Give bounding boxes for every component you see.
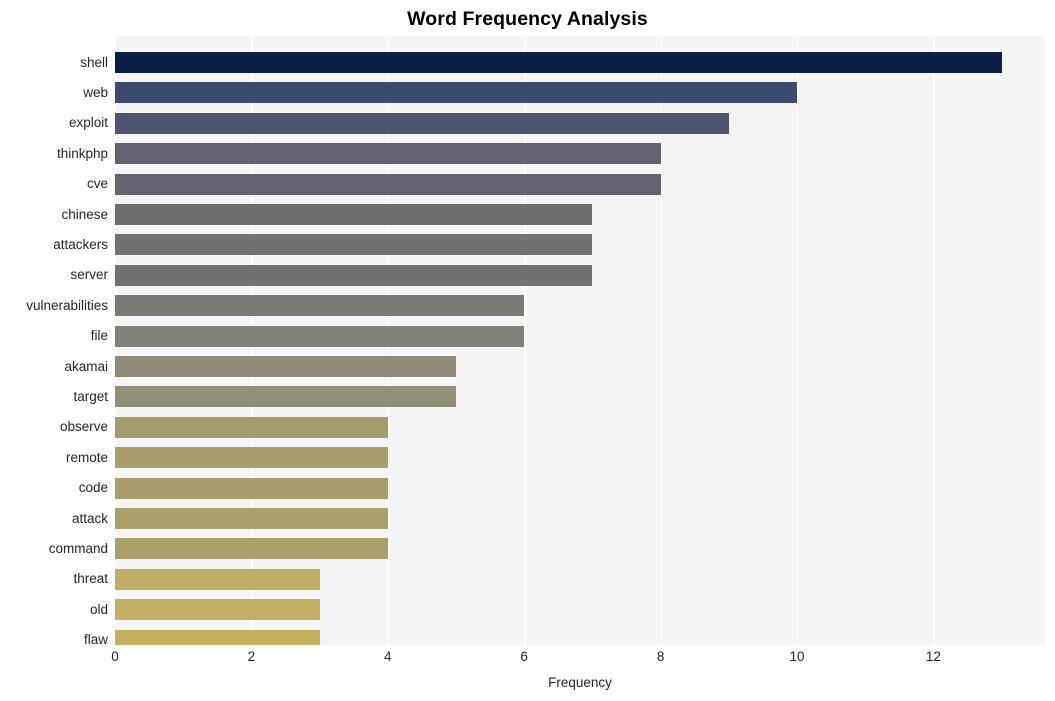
y-tick-label-attackers: attackers bbox=[53, 236, 108, 252]
x-tick-label-4: 4 bbox=[384, 649, 392, 664]
y-tick-label-old: old bbox=[89, 601, 108, 617]
bar-target bbox=[115, 386, 456, 408]
bar-observe bbox=[115, 416, 388, 438]
bar-web bbox=[115, 82, 797, 104]
y-tick-label-chinese: chinese bbox=[61, 206, 108, 222]
bar-attack bbox=[115, 508, 388, 529]
y-tick-label-attack: attack bbox=[71, 510, 108, 526]
y-tick-label-flaw: flaw bbox=[83, 632, 108, 648]
x-tick-label-6: 6 bbox=[520, 649, 528, 664]
bar-exploit bbox=[115, 112, 729, 134]
y-tick-label-akamai: akamai bbox=[64, 358, 108, 374]
bar-thinkphp bbox=[115, 143, 661, 165]
bar-shell bbox=[115, 52, 1002, 73]
bar-threat bbox=[115, 568, 320, 590]
y-tick-label-remote: remote bbox=[65, 449, 108, 465]
y-tick-label-cve: cve bbox=[86, 176, 108, 192]
bar-akamai bbox=[115, 356, 456, 377]
y-tick-label-exploit: exploit bbox=[68, 115, 108, 131]
x-tick-label-0: 0 bbox=[111, 649, 119, 664]
x-tick-label-2: 2 bbox=[247, 649, 256, 664]
y-tick-label-server: server bbox=[70, 267, 108, 283]
y-axis-tick-labels: shell web exploit thinkphp cve chinese attacke… bbox=[0, 37, 108, 648]
bar-code bbox=[115, 477, 388, 499]
y-tick-label-code: code bbox=[78, 480, 108, 496]
y-tick-label-shell: shell bbox=[80, 54, 108, 70]
x-axis-tick-labels: 0 2 4 6 8 10 12 bbox=[0, 648, 1055, 670]
bar-remote bbox=[115, 447, 388, 469]
bar-command bbox=[115, 538, 388, 560]
y-tick-label-observe: observe bbox=[59, 419, 108, 435]
y-tick-label-threat: threat bbox=[73, 571, 108, 587]
y-tick-label-target: target bbox=[73, 388, 108, 404]
x-axis-title: Frequency bbox=[548, 675, 612, 690]
x-tick-label-8: 8 bbox=[656, 649, 665, 664]
bar-chinese bbox=[115, 204, 593, 225]
bar-flaw bbox=[115, 629, 320, 645]
bar-server bbox=[115, 264, 593, 286]
y-tick-label-thinkphp: thinkphp bbox=[56, 145, 108, 161]
x-tick-label-12: 12 bbox=[925, 649, 941, 664]
bar-series bbox=[115, 37, 1045, 645]
y-tick-label-file: file bbox=[90, 328, 108, 344]
bar-attackers bbox=[115, 234, 593, 256]
x-tick-label-10: 10 bbox=[789, 649, 805, 664]
y-tick-label-vulnerabilities: vulnerabilities bbox=[26, 297, 108, 313]
bar-cve bbox=[115, 173, 661, 195]
chart-figure: Word Frequency Analysis shell web exploit t… bbox=[0, 0, 1055, 701]
y-tick-label-command: command bbox=[48, 540, 108, 556]
bar-vulnerabilities bbox=[115, 295, 525, 317]
plot-area bbox=[115, 37, 1045, 645]
y-tick-label-web: web bbox=[83, 84, 108, 100]
bar-old bbox=[115, 599, 320, 621]
chart-title: Word Frequency Analysis bbox=[407, 8, 648, 30]
bar-file bbox=[115, 325, 525, 347]
